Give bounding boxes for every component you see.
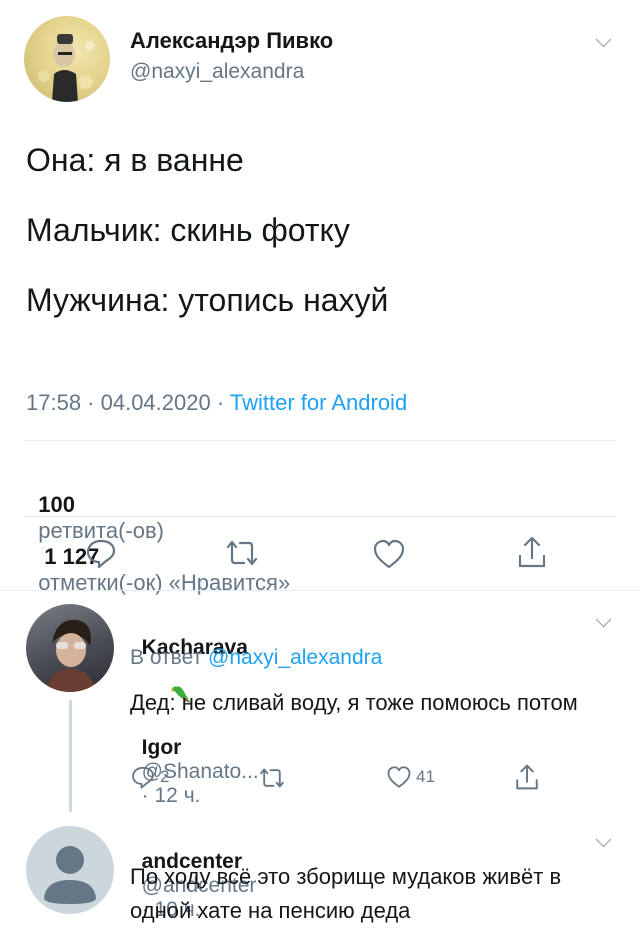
reply-icon[interactable] bbox=[84, 536, 118, 570]
author-handle[interactable]: @naxyi_alexandra bbox=[130, 60, 304, 84]
reply1-comment-count: 2 bbox=[160, 767, 170, 786]
retweet-count[interactable]: 100 bbox=[38, 492, 75, 517]
chevron-down-icon[interactable] bbox=[595, 611, 612, 628]
tweet-source-link[interactable]: Twitter for Android bbox=[230, 390, 407, 415]
chevron-down-icon[interactable] bbox=[595, 31, 612, 48]
reply1-comment-action[interactable]: 2 bbox=[130, 764, 169, 790]
reply-avatar[interactable] bbox=[26, 604, 114, 692]
divider bbox=[24, 516, 616, 517]
thread-line bbox=[69, 700, 72, 812]
tweet-timestamp: 17:58 · 04.04.2020 · Twitter for Android bbox=[26, 390, 407, 416]
tweet-text-line-1: Она: я в ванне bbox=[26, 142, 244, 178]
section-divider bbox=[0, 590, 640, 591]
tweet-text-line-2: Мальчик: скинь фотку bbox=[26, 212, 350, 248]
reply1-reply-to: В ответ @naxyi_alexandra bbox=[130, 646, 382, 670]
reply1-like-action[interactable]: 41 bbox=[386, 765, 435, 789]
divider bbox=[24, 440, 616, 441]
reply-to-prefix: В ответ bbox=[130, 646, 209, 669]
reply2-text: По ходу всё это зборище мудаков живёт в … bbox=[130, 864, 562, 923]
retweet-icon[interactable] bbox=[258, 766, 286, 790]
reply-to-handle-link[interactable]: @naxyi_alexandra bbox=[208, 646, 382, 669]
chevron-down-icon[interactable] bbox=[595, 831, 612, 848]
tweet-time: 17:58 · 04.04.2020 · bbox=[26, 390, 230, 415]
reply1-like-count: 41 bbox=[416, 767, 435, 786]
like-label[interactable]: отметки(-ок) «Нравится» bbox=[38, 570, 290, 595]
like-icon bbox=[386, 765, 412, 789]
author-avatar[interactable] bbox=[24, 16, 110, 102]
share-icon[interactable] bbox=[514, 762, 540, 792]
reply1-text: Дед: не сливай воду, я тоже помоюсь пото… bbox=[130, 690, 578, 715]
reply-icon bbox=[130, 764, 156, 790]
author-name[interactable]: Александэр Пивко bbox=[130, 28, 333, 54]
share-icon[interactable] bbox=[516, 534, 548, 570]
retweet-icon[interactable] bbox=[224, 538, 260, 568]
default-avatar[interactable] bbox=[26, 826, 114, 914]
like-icon[interactable] bbox=[372, 538, 406, 570]
tweet-text-line-3: Мужчина: утопись нахуй bbox=[26, 282, 389, 318]
tweet-stats: 100 ретвита(-ов) 1 127 отметки(-ок) «Нра… bbox=[26, 466, 290, 596]
reply1-author-name-2[interactable]: Igor bbox=[142, 736, 182, 759]
